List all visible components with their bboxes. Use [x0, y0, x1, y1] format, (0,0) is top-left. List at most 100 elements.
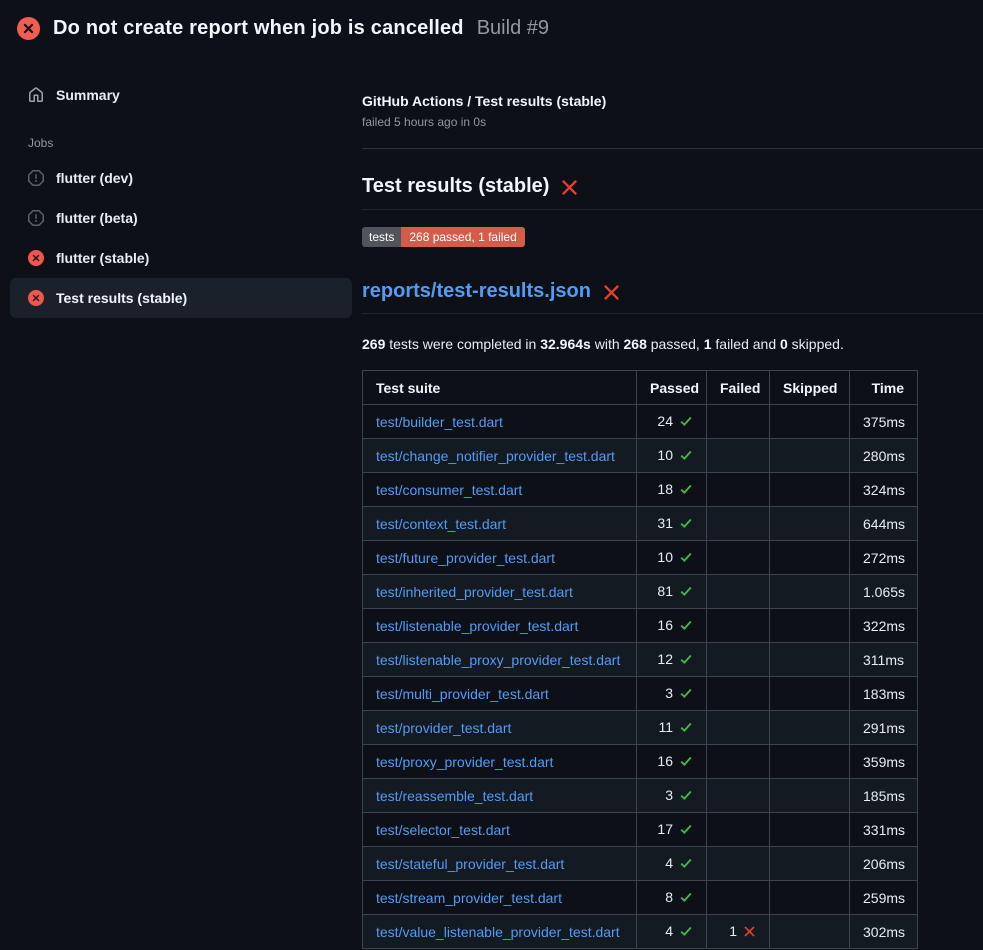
failed-cell	[707, 541, 770, 575]
passed-cell: 81	[637, 575, 707, 609]
table-row: test/inherited_provider_test.dart 81 1.0…	[363, 575, 918, 609]
column-header-skipped: Skipped	[770, 371, 850, 405]
time-cell: 280ms	[850, 439, 918, 473]
failed-cell	[707, 711, 770, 745]
failed-cell	[707, 609, 770, 643]
column-header-test-suite: Test suite	[363, 371, 637, 405]
run-title: Do not create report when job is cancell…	[53, 17, 464, 40]
passed-cell: 31	[637, 507, 707, 541]
test-table-body: test/builder_test.dart 24 375ms test/cha…	[363, 405, 918, 949]
skipped-cell	[770, 677, 850, 711]
test-suite-cell: test/builder_test.dart	[363, 405, 637, 439]
check-icon	[679, 482, 693, 499]
test-suite-link[interactable]: test/provider_test.dart	[376, 720, 511, 736]
stop-icon	[28, 170, 44, 186]
skipped-cell	[770, 473, 850, 507]
test-suite-link[interactable]: test/change_notifier_provider_test.dart	[376, 448, 615, 464]
test-suite-link[interactable]: test/value_listenable_provider_test.dart	[376, 924, 620, 940]
test-suite-link[interactable]: test/future_provider_test.dart	[376, 550, 555, 566]
check-run-content: GitHub Actions / Test results (stable) f…	[362, 56, 983, 949]
time-cell: 331ms	[850, 813, 918, 847]
test-suite-cell: test/selector_test.dart	[363, 813, 637, 847]
stop-icon	[28, 210, 44, 226]
test-suite-link[interactable]: test/reassemble_test.dart	[376, 788, 533, 804]
passed-cell: 10	[637, 541, 707, 575]
jobs-section-label: Jobs	[28, 136, 352, 150]
check-icon	[679, 652, 693, 669]
failed-cell: 1	[707, 915, 770, 949]
test-suite-link[interactable]: test/stateful_provider_test.dart	[376, 856, 564, 872]
test-suite-link[interactable]: test/builder_test.dart	[376, 414, 503, 430]
check-icon	[679, 584, 693, 601]
table-row: test/value_listenable_provider_test.dart…	[363, 915, 918, 949]
job-label: flutter (dev)	[56, 170, 133, 186]
failed-cell	[707, 439, 770, 473]
sidebar-item-summary[interactable]: Summary	[10, 78, 352, 112]
test-suite-link[interactable]: test/context_test.dart	[376, 516, 506, 532]
table-row: test/listenable_provider_test.dart 16 32…	[363, 609, 918, 643]
time-cell: 311ms	[850, 643, 918, 677]
time-cell: 322ms	[850, 609, 918, 643]
tests-badge-label: tests	[362, 227, 401, 247]
report-file-heading: reports/test-results.json	[362, 280, 983, 314]
skipped-cell	[770, 915, 850, 949]
test-suite-cell: test/listenable_proxy_provider_test.dart	[363, 643, 637, 677]
test-suite-cell: test/consumer_test.dart	[363, 473, 637, 507]
skipped-cell	[770, 881, 850, 915]
table-row: test/context_test.dart 31 644ms	[363, 507, 918, 541]
table-row: test/provider_test.dart 11 291ms	[363, 711, 918, 745]
failed-cell	[707, 575, 770, 609]
report-file-link[interactable]: reports/test-results.json	[362, 280, 591, 303]
time-cell: 324ms	[850, 473, 918, 507]
skipped-cell	[770, 711, 850, 745]
failed-cell	[707, 779, 770, 813]
time-cell: 259ms	[850, 881, 918, 915]
check-icon	[679, 448, 693, 465]
time-cell: 644ms	[850, 507, 918, 541]
check-icon	[679, 720, 693, 737]
test-suite-link[interactable]: test/selector_test.dart	[376, 822, 510, 838]
test-suite-link[interactable]: test/stream_provider_test.dart	[376, 890, 562, 906]
test-results-table: Test suite Passed Failed Skipped Time te…	[362, 370, 918, 949]
section-title: Test results (stable)	[362, 175, 983, 210]
table-row: test/proxy_provider_test.dart 16 359ms	[363, 745, 918, 779]
x-circle-fill-icon	[28, 290, 44, 306]
table-row: test/reassemble_test.dart 3 185ms	[363, 779, 918, 813]
test-suite-link[interactable]: test/multi_provider_test.dart	[376, 686, 549, 702]
test-suite-link[interactable]: test/listenable_proxy_provider_test.dart	[376, 652, 620, 668]
test-suite-cell: test/reassemble_test.dart	[363, 779, 637, 813]
passed-cell: 16	[637, 609, 707, 643]
x-circle-fill-icon	[17, 17, 40, 40]
time-cell: 359ms	[850, 745, 918, 779]
run-build-number: Build #9	[477, 17, 549, 40]
check-icon	[679, 924, 693, 941]
test-suite-cell: test/value_listenable_provider_test.dart	[363, 915, 637, 949]
sidebar-job-test-results-stable[interactable]: Test results (stable)	[10, 278, 352, 318]
table-row: test/change_notifier_provider_test.dart …	[363, 439, 918, 473]
passed-cell: 18	[637, 473, 707, 507]
status-line: failed 5 hours ago in 0s	[362, 115, 983, 129]
column-header-passed: Passed	[637, 371, 707, 405]
check-run-header: GitHub Actions / Test results (stable) f…	[362, 93, 983, 149]
test-suite-link[interactable]: test/inherited_provider_test.dart	[376, 584, 573, 600]
time-cell: 291ms	[850, 711, 918, 745]
sidebar-job-flutter-dev[interactable]: flutter (dev)	[10, 158, 352, 198]
sidebar-job-flutter-beta[interactable]: flutter (beta)	[10, 198, 352, 238]
test-suite-link[interactable]: test/proxy_provider_test.dart	[376, 754, 553, 770]
check-icon	[679, 890, 693, 907]
passed-cell: 4	[637, 847, 707, 881]
test-suite-link[interactable]: test/consumer_test.dart	[376, 482, 522, 498]
failed-cell	[707, 813, 770, 847]
job-label: flutter (stable)	[56, 250, 149, 266]
sidebar-job-flutter-stable[interactable]: flutter (stable)	[10, 238, 352, 278]
check-icon	[679, 686, 693, 703]
skipped-cell	[770, 609, 850, 643]
skipped-cell	[770, 405, 850, 439]
table-row: test/consumer_test.dart 18 324ms	[363, 473, 918, 507]
job-label: Test results (stable)	[56, 290, 187, 306]
report-summary-text: 269 tests were completed in 32.964s with…	[362, 336, 983, 352]
failed-cell	[707, 507, 770, 541]
test-suite-link[interactable]: test/listenable_provider_test.dart	[376, 618, 578, 634]
check-icon	[679, 618, 693, 635]
skipped-cell	[770, 439, 850, 473]
